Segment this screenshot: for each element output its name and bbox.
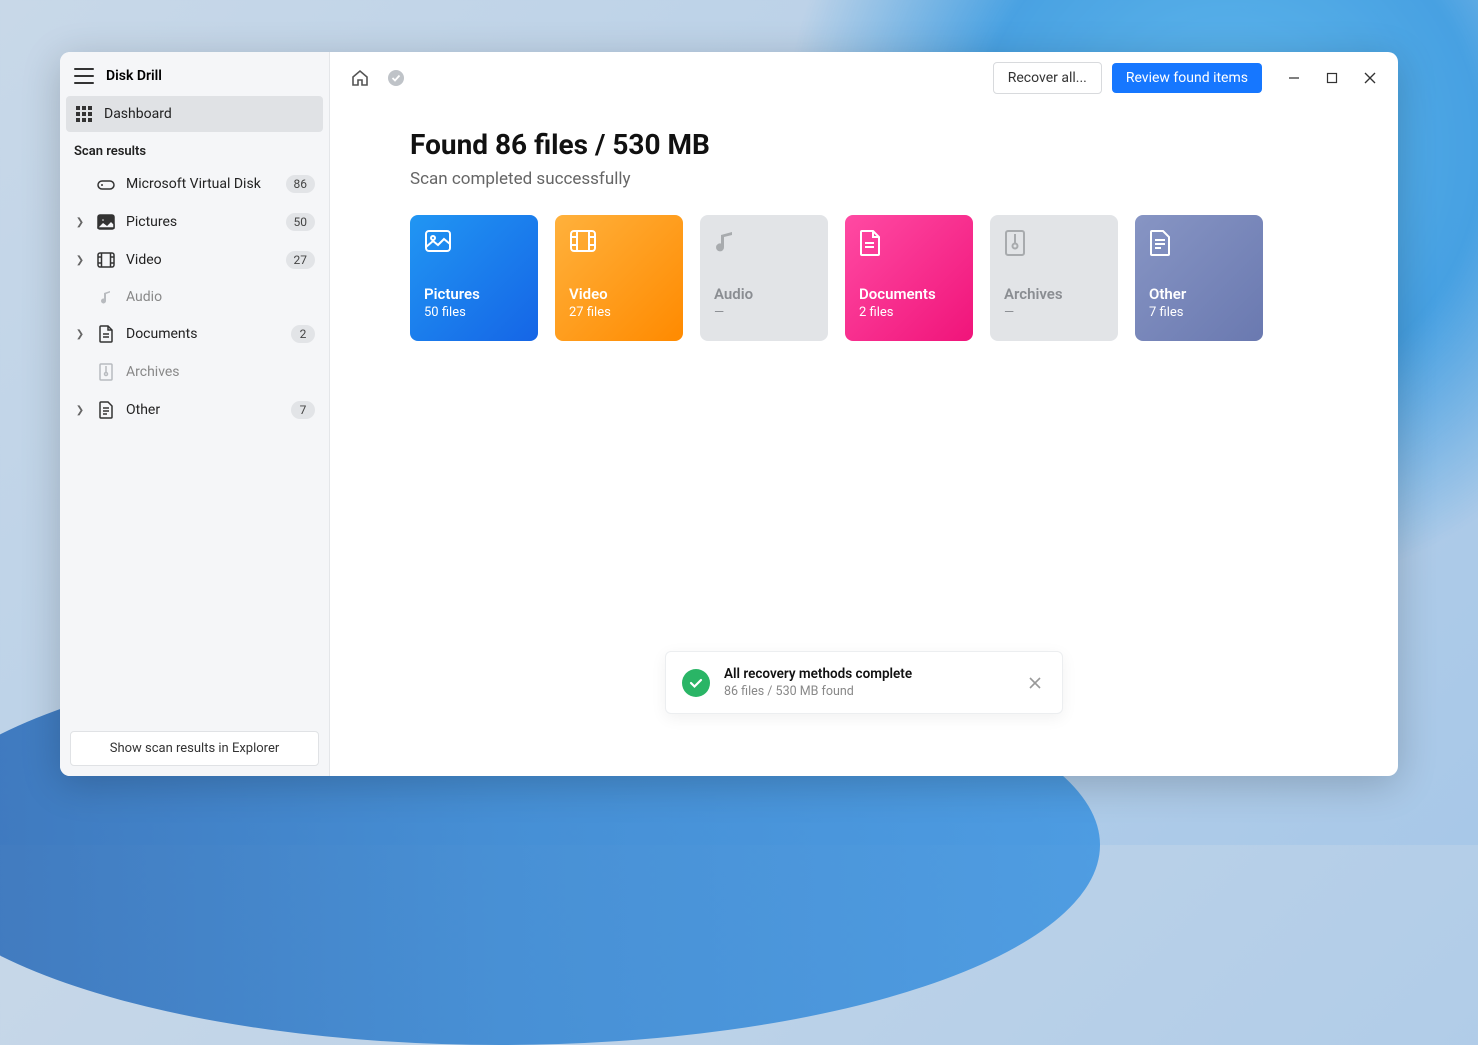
nav-label: Microsoft Virtual Disk — [126, 176, 276, 192]
disk-icon — [96, 177, 116, 191]
document-icon — [96, 325, 116, 343]
count-badge: 50 — [286, 213, 316, 231]
nav-video[interactable]: ❯ Video 27 — [60, 241, 329, 279]
sidebar-footer: Show scan results in Explorer — [60, 721, 329, 776]
tile-title: Archives — [1004, 285, 1104, 303]
app-title: Disk Drill — [106, 68, 162, 84]
toast-sub: 86 files / 530 MB found — [724, 684, 1010, 699]
nav-other[interactable]: ❯ Other 7 — [60, 391, 329, 429]
check-icon — [682, 669, 710, 697]
count-badge: 2 — [291, 325, 315, 343]
headline: Found 86 files / 530 MB — [410, 128, 1318, 161]
close-button[interactable] — [1362, 70, 1378, 86]
titlebar-left — [350, 68, 406, 88]
image-icon — [424, 229, 452, 257]
nav-label: Video — [126, 252, 276, 268]
count-badge: 7 — [291, 401, 315, 419]
tile-other[interactable]: Other 7 files — [1135, 215, 1263, 341]
tile-sub: 2 files — [859, 305, 959, 320]
nav-label: Pictures — [126, 214, 276, 230]
archive-icon — [96, 363, 116, 381]
nav-label: Audio — [126, 289, 315, 305]
toast-text: All recovery methods complete 86 files /… — [724, 666, 1010, 699]
chevron-right-icon: ❯ — [74, 255, 86, 266]
titlebar-right: Recover all... Review found items — [993, 62, 1378, 94]
sidebar-header: Disk Drill — [60, 52, 329, 96]
nav-label: Dashboard — [104, 106, 315, 122]
window-controls — [1286, 70, 1378, 86]
section-title: Scan results — [60, 132, 329, 165]
nav-disk[interactable]: Microsoft Virtual Disk 86 — [60, 165, 329, 203]
film-icon — [569, 229, 597, 257]
tile-title: Pictures — [424, 285, 524, 303]
recover-all-button[interactable]: Recover all... — [993, 62, 1102, 94]
check-badge-icon[interactable] — [386, 68, 406, 88]
file-icon — [96, 401, 116, 419]
tile-documents[interactable]: Documents 2 files — [845, 215, 973, 341]
category-tiles: Pictures 50 files Video 27 files Audio —… — [410, 215, 1318, 341]
home-icon[interactable] — [350, 68, 370, 88]
tile-audio[interactable]: Audio — — [700, 215, 828, 341]
image-icon — [96, 214, 116, 230]
tile-sub: 7 files — [1149, 305, 1249, 320]
tile-title: Other — [1149, 285, 1249, 303]
count-badge: 27 — [286, 251, 316, 269]
tile-sub: — — [714, 305, 814, 320]
show-in-explorer-button[interactable]: Show scan results in Explorer — [70, 731, 319, 766]
tile-pictures[interactable]: Pictures 50 files — [410, 215, 538, 341]
archive-icon — [1004, 229, 1032, 257]
chevron-right-icon: ❯ — [74, 217, 86, 228]
tile-title: Audio — [714, 285, 814, 303]
file-icon — [1149, 229, 1177, 257]
tile-sub: 50 files — [424, 305, 524, 320]
close-icon[interactable] — [1024, 672, 1046, 694]
nav-pictures[interactable]: ❯ Pictures 50 — [60, 203, 329, 241]
count-badge: 86 — [286, 175, 316, 193]
tile-archives[interactable]: Archives — — [990, 215, 1118, 341]
tile-title: Documents — [859, 285, 959, 303]
document-icon — [859, 229, 887, 257]
chevron-right-icon: ❯ — [74, 329, 86, 340]
menu-icon[interactable] — [74, 68, 94, 84]
chevron-right-icon: ❯ — [74, 405, 86, 416]
music-note-icon — [96, 289, 116, 305]
music-note-icon — [714, 229, 742, 257]
tile-title: Video — [569, 285, 669, 303]
film-icon — [96, 252, 116, 268]
nav-audio[interactable]: Audio — [60, 279, 329, 315]
tile-sub: — — [1004, 305, 1104, 320]
toast-title: All recovery methods complete — [724, 666, 1010, 682]
review-found-items-button[interactable]: Review found items — [1112, 63, 1262, 93]
nav-label: Other — [126, 402, 281, 418]
main-content: Recover all... Review found items Found … — [330, 52, 1398, 776]
minimize-button[interactable] — [1286, 70, 1302, 86]
tile-video[interactable]: Video 27 files — [555, 215, 683, 341]
nav-documents[interactable]: ❯ Documents 2 — [60, 315, 329, 353]
maximize-button[interactable] — [1324, 70, 1340, 86]
titlebar: Recover all... Review found items — [330, 52, 1398, 104]
grid-icon — [74, 106, 94, 122]
nav-dashboard[interactable]: Dashboard — [66, 96, 323, 132]
toast-notification: All recovery methods complete 86 files /… — [665, 651, 1063, 714]
sidebar: Disk Drill Dashboard Scan results Micros… — [60, 52, 330, 776]
subheadline: Scan completed successfully — [410, 169, 1318, 189]
nav-archives[interactable]: Archives — [60, 353, 329, 391]
tile-sub: 27 files — [569, 305, 669, 320]
sidebar-nav: Dashboard Scan results Microsoft Virtual… — [60, 96, 329, 721]
nav-label: Archives — [126, 364, 315, 380]
nav-label: Documents — [126, 326, 281, 342]
app-window: Disk Drill Dashboard Scan results Micros… — [60, 52, 1398, 776]
